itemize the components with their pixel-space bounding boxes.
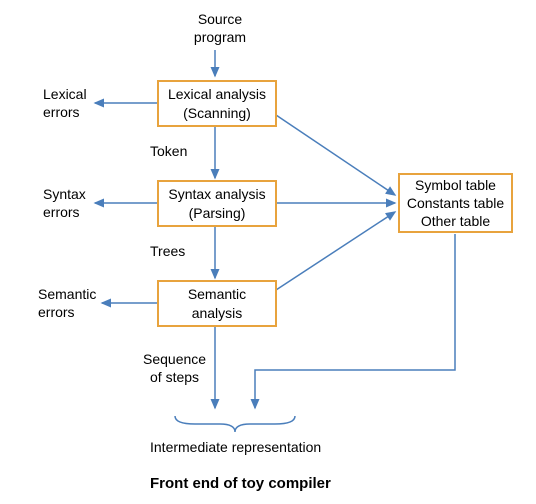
source-program-label: Source program — [180, 10, 260, 46]
semantic-analysis-box: Semantic analysis — [157, 280, 277, 327]
tables-box: Symbol table Constants table Other table — [398, 173, 513, 233]
tables-line2: Constants table — [407, 194, 504, 212]
source-line2: program — [194, 29, 246, 45]
token-label: Token — [150, 142, 187, 160]
source-line1: Source — [198, 11, 242, 27]
semantic-line1: Semantic — [188, 285, 246, 303]
syntax-line2: (Parsing) — [189, 204, 246, 222]
lexical-analysis-box: Lexical analysis (Scanning) — [157, 80, 277, 127]
lexical-line1: Lexical analysis — [168, 85, 266, 103]
syntax-line1: Syntax analysis — [168, 185, 265, 203]
semantic-line2: analysis — [192, 304, 243, 322]
syntax-analysis-box: Syntax analysis (Parsing) — [157, 180, 277, 227]
tables-line1: Symbol table — [415, 176, 496, 194]
sequence-label: Sequence of steps — [143, 350, 206, 386]
diagram-arrows — [0, 0, 536, 504]
lexical-errors-label: Lexical errors — [43, 85, 87, 121]
semantic-errors-label: Semantic errors — [38, 285, 96, 321]
tables-line3: Other table — [421, 212, 490, 230]
trees-label: Trees — [150, 242, 185, 260]
intermediate-representation-label: Intermediate representation — [150, 438, 321, 456]
diagram-title: Front end of toy compiler — [150, 475, 331, 492]
lexical-line2: (Scanning) — [183, 104, 251, 122]
syntax-errors-label: Syntax errors — [43, 185, 86, 221]
